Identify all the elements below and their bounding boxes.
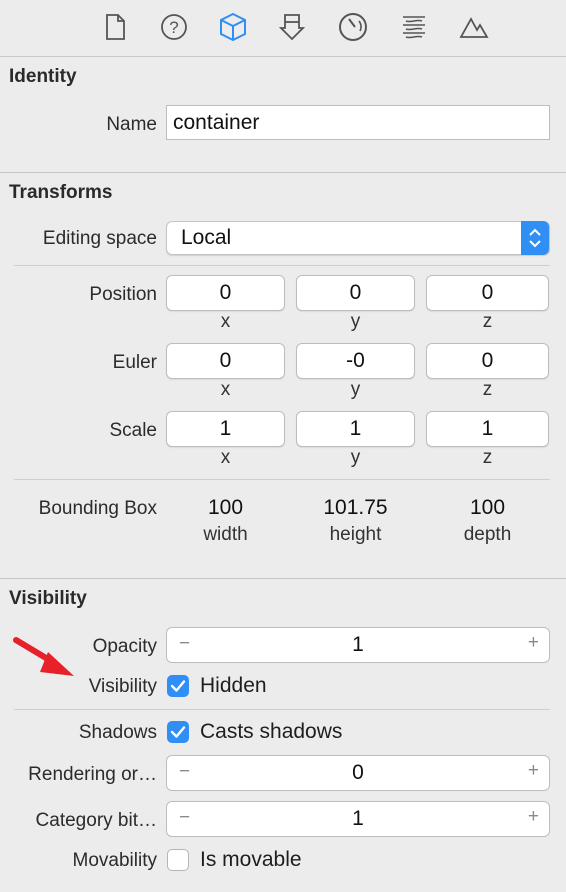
euler-z-field[interactable]: 0 (426, 343, 549, 379)
svg-text:?: ? (169, 18, 178, 37)
euler-label: Euler (112, 352, 157, 373)
visibility-section-title: Visibility (9, 588, 87, 609)
bounding-box-height-label: height (329, 524, 382, 545)
physics-icon[interactable] (336, 10, 370, 44)
axis-label-x: x (220, 447, 231, 468)
opacity-value: 1 (352, 633, 364, 656)
axis-label-z: z (482, 311, 493, 332)
increment-button[interactable]: + (528, 806, 539, 828)
attributes-icon[interactable] (275, 10, 309, 44)
bounding-box-depth-value: 100 (469, 496, 506, 519)
scale-label: Scale (109, 420, 157, 441)
scale-y-field[interactable]: 1 (296, 411, 415, 447)
rendering-order-label: Rendering or… (28, 764, 157, 785)
position-z-field[interactable]: 0 (426, 275, 549, 311)
shadows-label: Shadows (78, 722, 157, 743)
inspector-toolbar: ? (0, 0, 566, 56)
scale-z-field[interactable]: 1 (426, 411, 549, 447)
casts-shadows-label: Casts shadows (200, 720, 343, 743)
file-icon[interactable] (98, 10, 132, 44)
bounding-box-depth-label: depth (463, 524, 512, 545)
visibility-divider (14, 709, 550, 710)
materials-icon[interactable] (397, 10, 431, 44)
is-movable-checkbox[interactable] (167, 849, 189, 871)
category-bit-value: 1 (352, 807, 364, 830)
bounding-box-height-value: 101.75 (323, 496, 388, 519)
is-movable-label: Is movable (200, 848, 302, 871)
axis-label-y: y (350, 379, 361, 400)
select-arrows-icon (521, 221, 549, 255)
section-divider (0, 172, 566, 173)
euler-y-field[interactable]: -0 (296, 343, 415, 379)
hidden-checkbox[interactable] (167, 675, 189, 697)
toolbar-divider (0, 56, 566, 57)
casts-shadows-checkbox[interactable] (167, 721, 189, 743)
axis-label-z: z (482, 447, 493, 468)
category-bit-stepper[interactable]: − 1 + (166, 801, 550, 837)
axis-label-x: x (220, 311, 231, 332)
bounding-box-width-value: 100 (207, 496, 244, 519)
identity-section-title: Identity (9, 66, 77, 87)
visibility-label: Visibility (88, 676, 157, 697)
axis-label-z: z (482, 379, 493, 400)
category-bit-label: Category bit… (35, 810, 157, 831)
help-icon[interactable]: ? (157, 10, 191, 44)
name-field[interactable]: container (166, 105, 550, 140)
transforms-divider (14, 479, 550, 480)
position-x-field[interactable]: 0 (166, 275, 285, 311)
bounding-box-label: Bounding Box (38, 498, 157, 519)
transforms-section-title: Transforms (9, 182, 113, 203)
position-label: Position (89, 284, 157, 305)
bounding-box-width-label: width (203, 524, 248, 545)
annotation-arrow-icon (13, 637, 74, 676)
editing-space-value: Local (181, 226, 232, 249)
axis-label-y: y (350, 447, 361, 468)
increment-button[interactable]: + (528, 760, 539, 782)
checkmark-icon (170, 680, 186, 692)
movability-label: Movability (72, 850, 157, 871)
position-y-field[interactable]: 0 (296, 275, 415, 311)
transforms-divider (14, 265, 550, 266)
editing-space-select[interactable]: Local (166, 221, 550, 255)
rendering-order-stepper[interactable]: − 0 + (166, 755, 550, 791)
increment-button[interactable]: + (528, 632, 539, 654)
scene-icon[interactable] (457, 10, 491, 44)
cube-icon[interactable] (216, 10, 250, 44)
axis-label-x: x (220, 379, 231, 400)
name-label: Name (106, 114, 157, 135)
axis-label-y: y (350, 311, 361, 332)
euler-x-field[interactable]: 0 (166, 343, 285, 379)
section-divider (0, 578, 566, 579)
scale-x-field[interactable]: 1 (166, 411, 285, 447)
opacity-stepper[interactable]: − 1 + (166, 627, 550, 663)
editing-space-label: Editing space (42, 228, 157, 249)
checkmark-icon (170, 726, 186, 738)
opacity-label: Opacity (92, 636, 157, 657)
rendering-order-value: 0 (352, 761, 364, 784)
hidden-label: Hidden (200, 674, 267, 697)
